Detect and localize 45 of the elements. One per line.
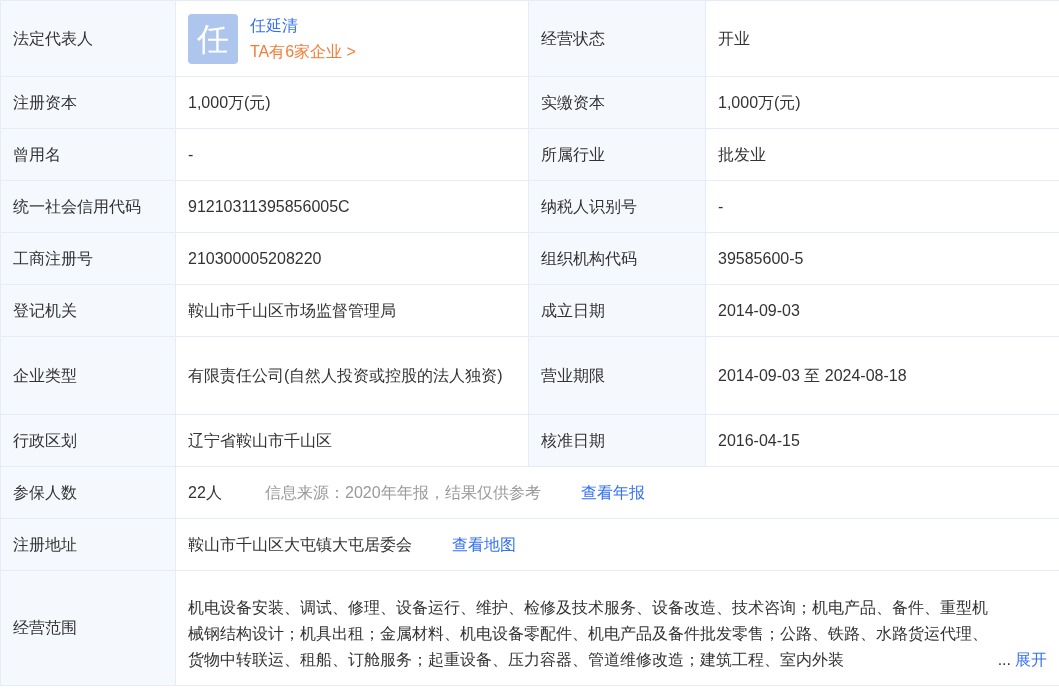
field-value: 有限责任公司(自然人投资或控股的法人独资) xyxy=(188,365,503,386)
field-label: 注册资本 xyxy=(13,92,77,113)
field-label: 曾用名 xyxy=(13,144,61,165)
view-link[interactable]: 查看年报 xyxy=(580,480,645,505)
field-label: 纳税人识别号 xyxy=(541,196,637,217)
field-label: 企业类型 xyxy=(13,365,77,386)
business-scope-text: 机电设备安装、调试、修理、设备运行、维护、检修及技术服务、设备改造、技术咨询；机电产品、备件、重型机械钢结构设计；机具出租；金属材料、机电设备零配件、机电产品及备件批发零售；公路、铁路、水路货运代理、货物中转联运、租船、订舱服务；起重设备、压力容器、管道维修改造；建筑工程、室内外装 xyxy=(188,598,989,670)
field-value: - xyxy=(188,144,194,165)
field-label: 核准日期 xyxy=(541,430,605,451)
expand-link[interactable]: 展开 xyxy=(1015,647,1047,673)
field-value: 210300005208220 xyxy=(188,248,322,269)
field-label: 统一社会信用代码 xyxy=(13,196,141,217)
field-value: 91210311395856005C xyxy=(188,196,350,217)
field-label: 组织机构代码 xyxy=(541,248,637,269)
field-value: 1,000万(元) xyxy=(188,92,271,113)
field-value: 辽宁省鞍山市千山区 xyxy=(188,430,332,451)
companies-link[interactable]: TA有6家企业 > xyxy=(250,39,356,64)
field-label: 行政区划 xyxy=(13,430,77,451)
ellipsis: ... xyxy=(997,650,1011,670)
field-value: 批发业 xyxy=(718,144,766,165)
field-value: 1,000万(元) xyxy=(718,92,801,113)
avatar-icon: 任 xyxy=(188,13,238,64)
field-value: 鞍山市千山区大屯镇大屯居委会 xyxy=(188,534,412,555)
field-value: 22人 xyxy=(188,482,223,503)
field-label: 注册地址 xyxy=(13,534,77,555)
field-label: 实缴资本 xyxy=(541,92,605,113)
field-value: 39585600-5 xyxy=(718,248,804,269)
field-value: - xyxy=(718,196,724,217)
field-value: 2014-09-03 xyxy=(718,300,800,321)
view-link[interactable]: 查看地图 xyxy=(452,532,516,557)
person-link[interactable]: 任延清 xyxy=(250,13,356,38)
field-label: 经营范围 xyxy=(13,618,77,638)
field-value: 鞍山市千山区市场监督管理局 xyxy=(188,300,396,321)
field-label: 成立日期 xyxy=(541,300,605,321)
source-note: 信息来源：2020年年报，结果仅供参考 xyxy=(265,482,541,503)
field-value: 开业 xyxy=(718,28,750,49)
field-value: 2016-04-15 xyxy=(718,430,800,451)
field-label: 参保人数 xyxy=(13,482,77,503)
field-label: 登记机关 xyxy=(13,300,77,321)
field-label: 营业期限 xyxy=(541,365,605,386)
field-value: 2014-09-03 至 2024-08-18 xyxy=(718,365,907,386)
field-label: 所属行业 xyxy=(541,144,605,165)
field-label: 经营状态 xyxy=(541,28,605,49)
field-label: 工商注册号 xyxy=(13,248,93,269)
field-label: 法定代表人 xyxy=(13,28,93,49)
